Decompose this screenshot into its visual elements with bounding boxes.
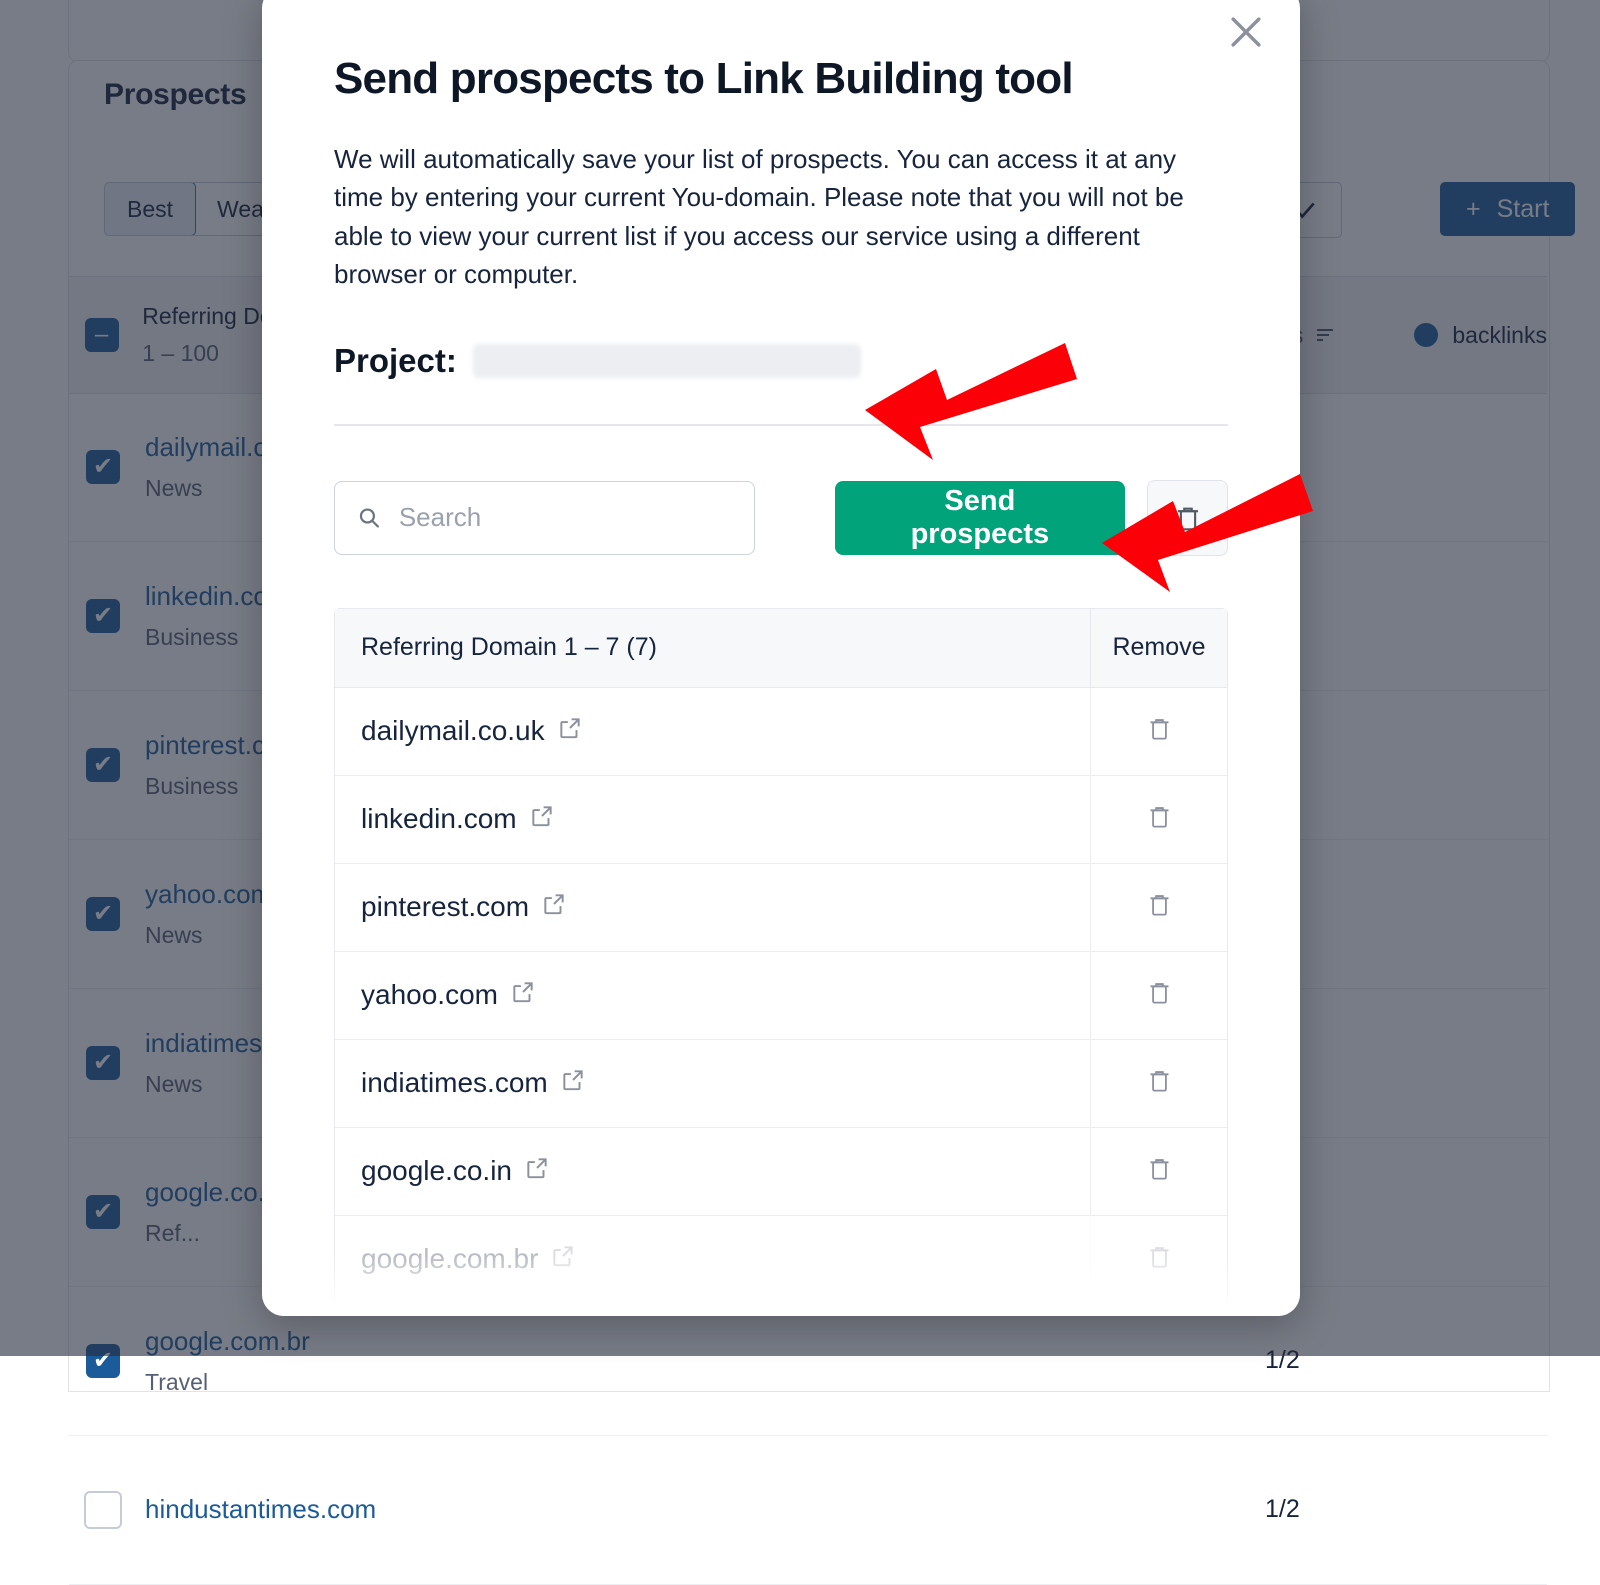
search-field[interactable] (334, 480, 755, 555)
row-matches-fraction: 1/2 (1265, 1495, 1300, 1523)
prospects-table-row: linkedin.com (335, 775, 1227, 864)
trash-icon (1150, 895, 1168, 916)
external-link-button[interactable] (510, 979, 536, 1012)
prospect-remove-cell (1090, 775, 1227, 863)
modal-description: We will automatically save your list of … (334, 144, 1184, 290)
external-link-icon (527, 1158, 547, 1179)
controls-row: Send prospects (334, 426, 1228, 556)
trash-icon (1150, 1159, 1168, 1180)
external-link-icon (513, 982, 533, 1003)
prospects-table-row: google.com.br (335, 1215, 1227, 1303)
remove-prospect-button[interactable] (1146, 1067, 1173, 1099)
prospect-domain: google.com.br (361, 1243, 539, 1275)
row-domain-cell: hindustantimes.com (137, 1494, 1265, 1525)
prospect-domain-cell: indiatimes.com (335, 1067, 1090, 1100)
trash-icon (1150, 983, 1168, 1004)
search-icon (359, 508, 379, 528)
checkbox-unchecked-icon (84, 1490, 122, 1529)
project-value-redacted (472, 343, 861, 378)
prospect-remove-cell (1090, 687, 1227, 775)
close-icon[interactable] (1224, 10, 1268, 54)
prospect-domain: linkedin.com (361, 803, 517, 835)
prospects-table-row: google.co.in (335, 1127, 1227, 1216)
prospect-remove-cell (1090, 1215, 1227, 1303)
table-row[interactable]: hindustantimes.com 1/2 (69, 1435, 1547, 1585)
trash-icon (1150, 807, 1168, 828)
send-prospects-modal: Send prospects to Link Building tool We … (262, 0, 1300, 1316)
remove-prospect-button[interactable] (1146, 891, 1173, 923)
row-domain[interactable]: hindustantimes.com (145, 1494, 1265, 1525)
remove-prospect-button[interactable] (1146, 979, 1173, 1011)
trash-icon (1177, 507, 1198, 531)
header-referring-domain: Referring Domain 1 – 7 (7) (361, 633, 657, 662)
remove-prospect-button[interactable] (1146, 715, 1173, 747)
prospect-domain: yahoo.com (361, 979, 498, 1011)
modal-title: Send prospects to Link Building tool (334, 54, 1074, 103)
external-link-icon (559, 718, 580, 739)
prospect-domain-cell: dailymail.co.uk (335, 715, 1090, 748)
trash-icon (1150, 1071, 1168, 1092)
external-link-button[interactable] (529, 803, 555, 836)
project-label: Project: (334, 341, 457, 379)
remove-prospect-button[interactable] (1146, 803, 1173, 835)
prospect-domain-cell: pinterest.com (335, 891, 1090, 924)
external-link-icon (531, 806, 552, 827)
prospect-domain-cell: google.co.in (335, 1155, 1090, 1188)
project-row: Project: (334, 294, 1228, 380)
prospect-domain: google.co.in (361, 1155, 513, 1187)
prospects-table-row: indiatimes.com (335, 1039, 1227, 1128)
row-checkbox[interactable] (69, 1490, 137, 1529)
prospects-table-body: dailymail.co.uk linkedin.com pinterest.com… (335, 687, 1227, 1303)
row-category: Travel (145, 1368, 209, 1395)
external-link-icon (563, 1070, 583, 1091)
prospects-table-row: yahoo.com (335, 951, 1227, 1040)
prospect-domain-cell: yahoo.com (335, 979, 1090, 1012)
trash-icon (1150, 719, 1168, 740)
clear-all-button[interactable] (1147, 479, 1228, 556)
prospect-domain-cell: linkedin.com (335, 803, 1090, 836)
prospect-domain-cell: google.com.br (335, 1243, 1090, 1276)
prospect-domain: pinterest.com (361, 891, 530, 923)
send-prospects-button[interactable]: Send prospects (834, 480, 1126, 555)
remove-prospect-button[interactable] (1146, 1155, 1173, 1187)
external-link-button[interactable] (524, 1155, 550, 1188)
external-link-icon (544, 894, 564, 915)
external-link-button[interactable] (557, 715, 583, 748)
prospect-remove-cell (1090, 951, 1227, 1039)
trash-icon (1150, 1247, 1168, 1268)
prospect-remove-cell (1090, 863, 1227, 951)
header-remove: Remove (1090, 608, 1227, 687)
prospect-remove-cell (1090, 1127, 1227, 1215)
prospects-table: Referring Domain 1 – 7 (7) Remove dailym… (334, 607, 1228, 1303)
prospects-table-row: dailymail.co.uk (335, 687, 1227, 776)
external-link-button[interactable] (541, 891, 567, 924)
prospects-table-row: pinterest.com (335, 863, 1227, 952)
remove-prospect-button[interactable] (1146, 1243, 1173, 1275)
external-link-button[interactable] (560, 1067, 586, 1100)
prospects-table-header: Referring Domain 1 – 7 (7) Remove (335, 608, 1227, 688)
external-link-icon (553, 1246, 574, 1267)
prospect-domain: indiatimes.com (361, 1067, 548, 1099)
prospect-remove-cell (1090, 1039, 1227, 1127)
search-input[interactable] (396, 501, 732, 535)
row-matches-cell: 1/2 (1265, 1495, 1415, 1524)
external-link-button[interactable] (550, 1243, 576, 1276)
prospect-domain: dailymail.co.uk (361, 715, 545, 747)
